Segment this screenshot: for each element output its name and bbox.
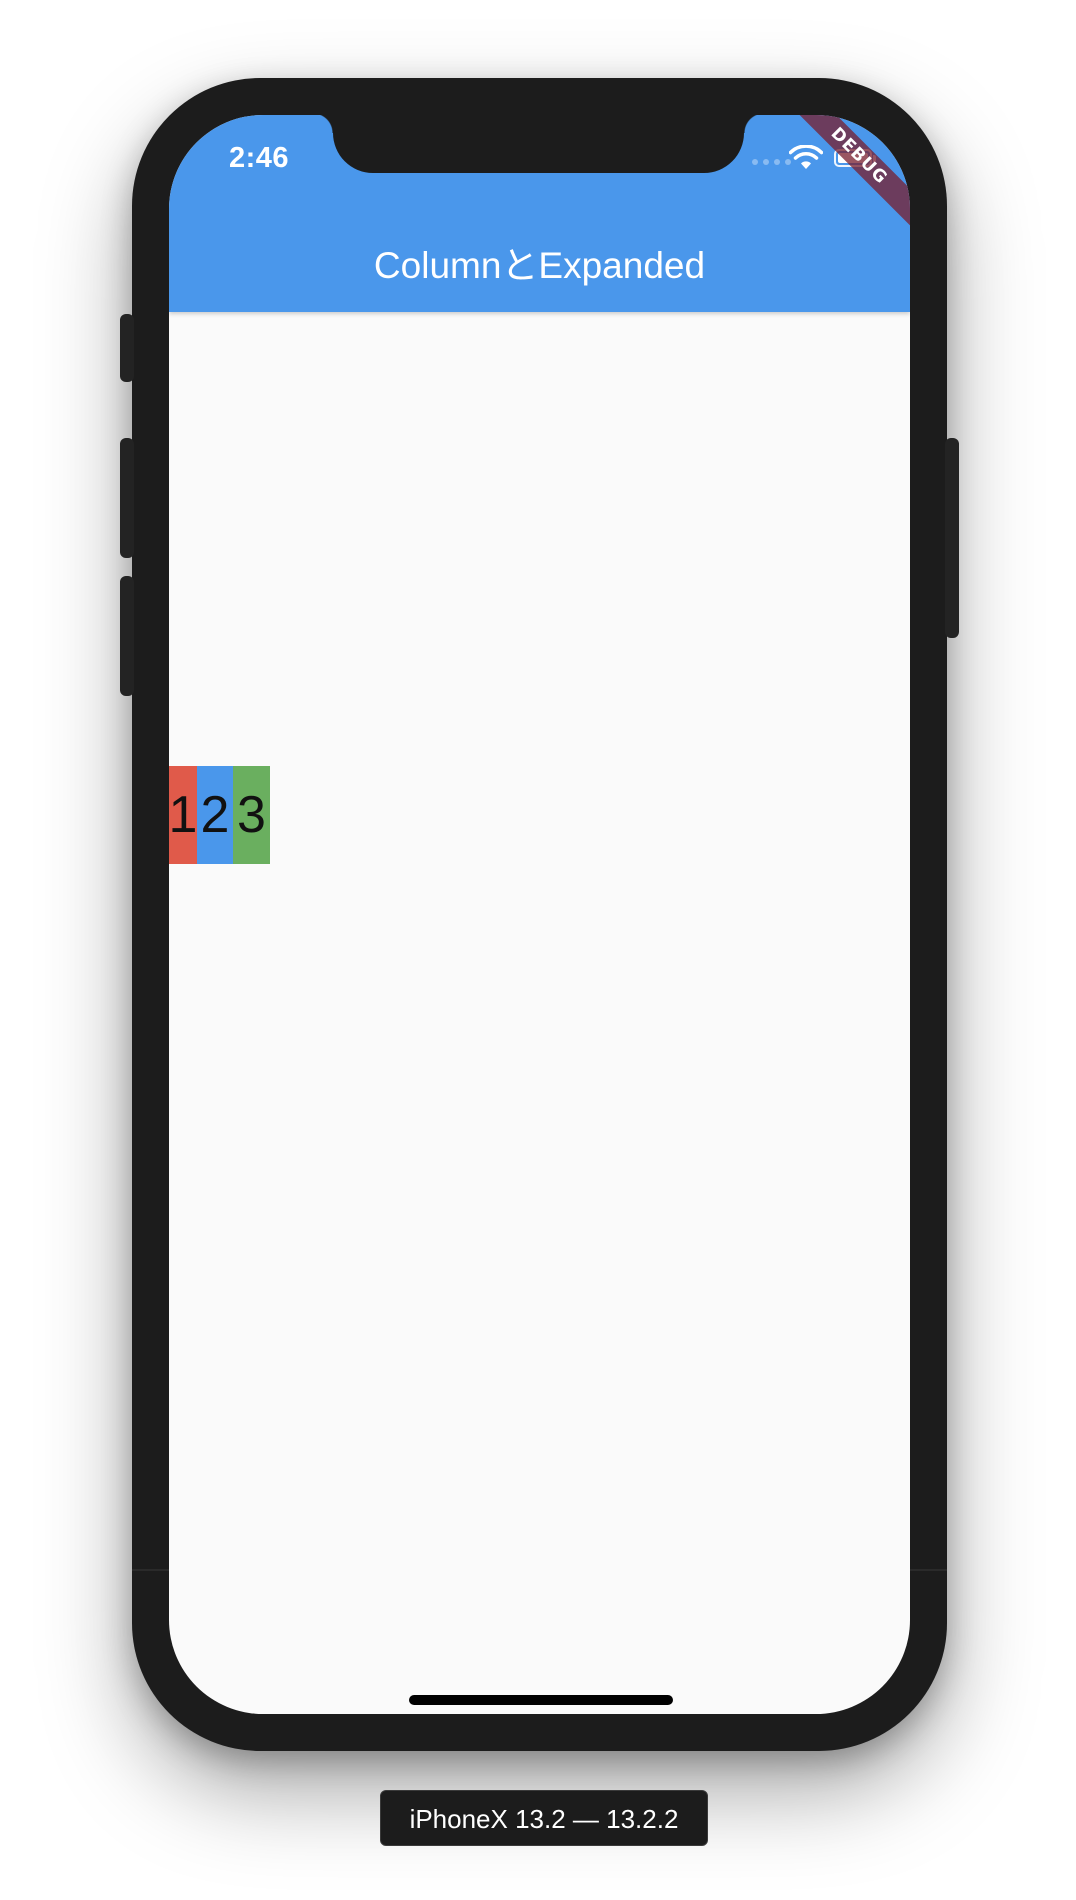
row-item-1: 1 [169, 766, 197, 864]
volume-down-button [120, 576, 134, 696]
volume-up-button [120, 438, 134, 558]
status-time: 2:46 [229, 142, 290, 174]
iphone-frame: 2:46 DEBUG ColumnとExpanded 1 2 3 [120, 78, 959, 1751]
simulator-stage: 2:46 DEBUG ColumnとExpanded 1 2 3 iPhoneX… [0, 0, 1076, 1900]
power-button [945, 438, 959, 638]
home-indicator[interactable] [409, 1695, 673, 1705]
notch [313, 115, 764, 173]
page-title: ColumnとExpanded [373, 245, 706, 286]
expanded-row: 1 2 3 [169, 766, 270, 864]
signal-icon [752, 159, 791, 165]
device-screen: 2:46 DEBUG ColumnとExpanded 1 2 3 [169, 115, 910, 1714]
wifi-icon [789, 145, 823, 169]
debug-banner: DEBUG [779, 115, 910, 236]
row-item-2: 2 [197, 766, 233, 864]
device-label: iPhoneX 13.2 — 13.2.2 [380, 1790, 708, 1846]
row-item-3: 3 [233, 766, 270, 864]
mute-switch [120, 314, 134, 382]
